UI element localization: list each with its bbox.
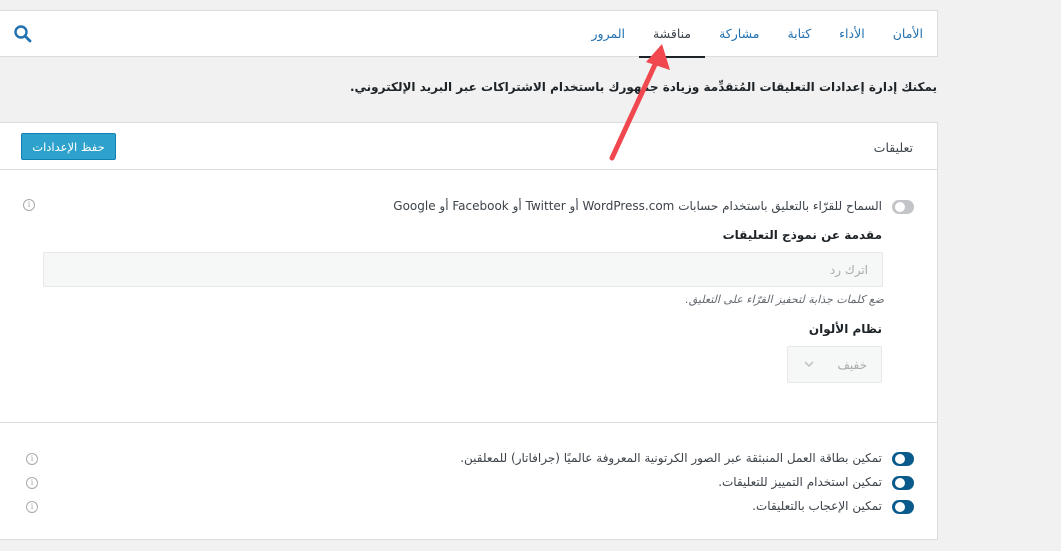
discussion-intro: يمكنك إدارة إعدادات التعليقات المُتقدِّم… — [349, 80, 937, 94]
comment-likes-toggle[interactable] — [892, 500, 914, 514]
social-comments-label: السماح للقرّاء بالتعليق باستخدام حسابات … — [393, 199, 882, 213]
toggle-knob — [895, 478, 905, 488]
card-title: تعليقات — [873, 140, 913, 155]
tab-writing[interactable]: كتابة — [773, 11, 825, 57]
comments-card: تعليقات حفظ الإعدادات السماح للقرّاء بال… — [0, 122, 938, 540]
info-icon[interactable]: i — [26, 501, 38, 513]
gravatar-hovercards-label: تمكين بطاقة العمل المنبثقة عبر الصور الك… — [460, 451, 882, 465]
search-icon — [14, 25, 32, 43]
toggle-knob — [895, 202, 905, 212]
section-divider — [0, 422, 937, 423]
tab-discussion[interactable]: مناقشة — [638, 11, 706, 58]
color-scheme-title: نظام الألوان — [808, 322, 882, 336]
markdown-comments-label: تمكين استخدام التمييز للتعليقات. — [718, 475, 882, 489]
markdown-comments-toggle[interactable] — [892, 476, 914, 490]
tab-traffic[interactable]: المرور — [578, 11, 639, 57]
info-icon[interactable]: i — [26, 477, 38, 489]
social-comments-toggle[interactable] — [892, 200, 914, 214]
comment-likes-label: تمكين الإعجاب بالتعليقات. — [752, 499, 882, 513]
comment-intro-title: مقدمة عن نموذج التعليقات — [722, 228, 882, 242]
card-header: تعليقات حفظ الإعدادات — [0, 123, 937, 170]
save-settings-button[interactable]: حفظ الإعدادات — [21, 133, 116, 160]
tab-sharing[interactable]: مشاركة — [705, 11, 773, 57]
chevron-down-icon — [804, 361, 814, 368]
tab-performance[interactable]: الأداء — [825, 11, 879, 57]
comment-intro-hint: ضع كلمات جذابة لتحفيز القرّاء على التعلي… — [685, 293, 884, 306]
comment-intro-input[interactable] — [43, 252, 883, 287]
info-icon[interactable]: i — [23, 199, 35, 211]
toggle-knob — [895, 454, 905, 464]
tab-list: الأمان الأداء كتابة مشاركة مناقشة المرور — [578, 11, 938, 58]
color-scheme-value: خفيف — [837, 358, 867, 372]
info-icon[interactable]: i — [26, 453, 38, 465]
gravatar-hovercards-toggle[interactable] — [892, 452, 914, 466]
section-nav: الأمان الأداء كتابة مشاركة مناقشة المرور — [0, 10, 938, 58]
search-button[interactable] — [12, 23, 34, 45]
toggle-knob — [895, 502, 905, 512]
tab-security[interactable]: الأمان — [879, 11, 937, 57]
color-scheme-select[interactable]: خفيف — [787, 346, 882, 383]
